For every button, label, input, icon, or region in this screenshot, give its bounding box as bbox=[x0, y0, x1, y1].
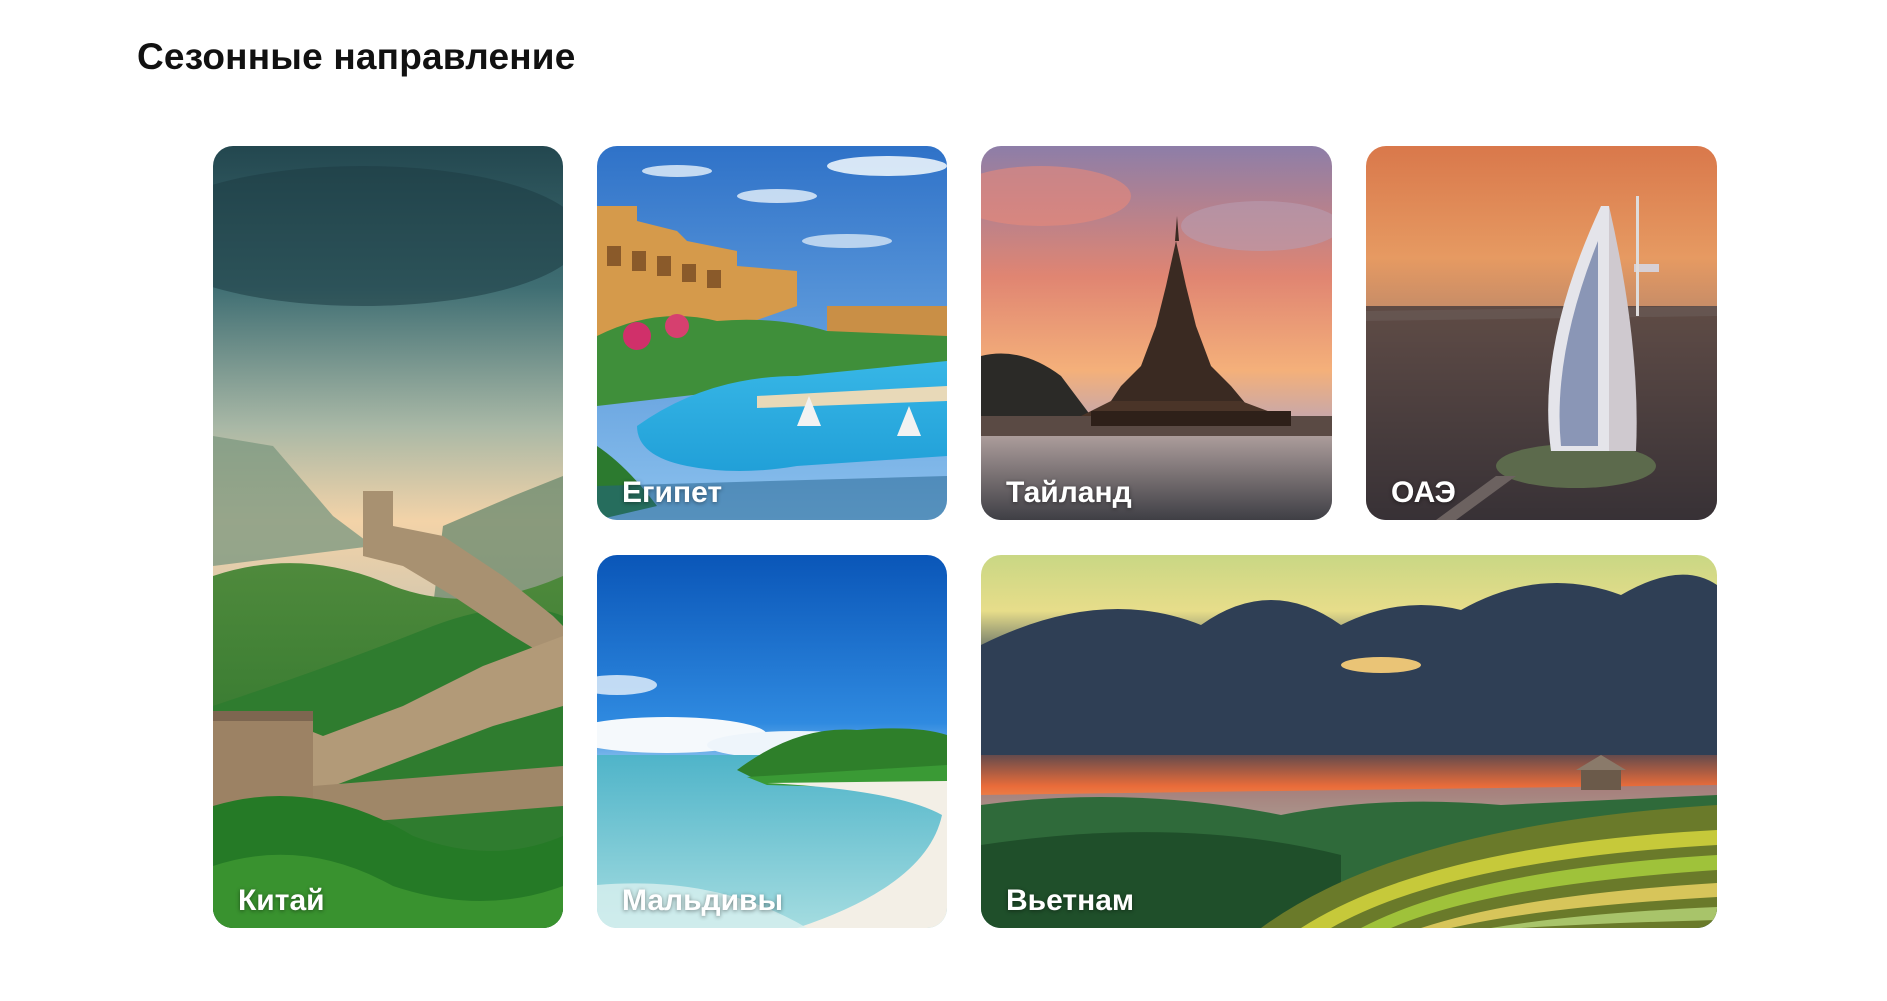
destination-card-china[interactable]: Китай bbox=[213, 146, 563, 928]
destination-label: Вьетнам bbox=[1006, 884, 1135, 917]
vietnam-rice-terraces-image bbox=[981, 555, 1717, 928]
thailand-temple-image bbox=[981, 146, 1332, 520]
maldives-beach-image bbox=[597, 555, 947, 928]
destination-label: Мальдивы bbox=[622, 884, 784, 917]
china-great-wall-image bbox=[213, 146, 563, 928]
destination-label: Египет bbox=[622, 476, 723, 509]
destination-label: Тайланд bbox=[1006, 476, 1132, 509]
uae-burj-al-arab-image bbox=[1366, 146, 1717, 520]
egypt-resort-image bbox=[597, 146, 947, 520]
destination-card-vietnam[interactable]: Вьетнам bbox=[981, 555, 1717, 928]
destination-card-egypt[interactable]: Египет bbox=[597, 146, 947, 520]
destination-card-uae[interactable]: ОАЭ bbox=[1366, 146, 1717, 520]
destination-label: Китай bbox=[238, 884, 325, 917]
destination-label: ОАЭ bbox=[1391, 476, 1456, 509]
destination-card-thailand[interactable]: Тайланд bbox=[981, 146, 1332, 520]
section-title: Сезонные направление bbox=[137, 36, 576, 77]
destination-card-maldives[interactable]: Мальдивы bbox=[597, 555, 947, 928]
